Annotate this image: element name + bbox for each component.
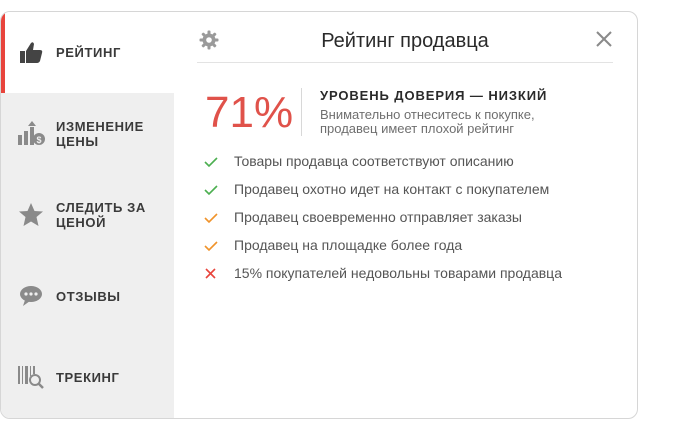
fact-text: Продавец своевременно отправляет заказы [234,209,522,225]
list-item: Продавец своевременно отправляет заказы [203,210,613,225]
sidebar-item-label: СЛЕДИТЬ ЗА ЦЕНОЙ [56,200,146,230]
sidebar: РЕЙТИНГ $ ИЗМЕНЕНИЕ ЦЕНЫ СЛЕДИТЬ ЗА ЦЕНО… [1,12,174,418]
fact-text: Товары продавца соответствуют описанию [234,153,514,169]
sidebar-item-price-watch[interactable]: СЛЕДИТЬ ЗА ЦЕНОЙ [1,174,174,255]
star-icon [17,201,45,229]
main-content: Рейтинг продавца 71% УРОВЕНЬ ДОВЕРИЯ — Н… [197,12,613,418]
sidebar-item-label: ТРЕКИНГ [56,370,120,385]
warning-check-icon [203,211,219,225]
seller-rating-panel: РЕЙТИНГ $ ИЗМЕНЕНИЕ ЦЕНЫ СЛЕДИТЬ ЗА ЦЕНО… [0,11,638,419]
list-item: Продавец на площадке более года [203,238,613,253]
panel-header: Рейтинг продавца [197,12,613,63]
close-icon[interactable] [595,30,613,48]
panel-title: Рейтинг продавца [321,30,489,52]
check-icon [203,183,219,197]
sidebar-item-label: РЕЙТИНГ [56,45,121,60]
sidebar-item-label: ОТЗЫВЫ [56,289,121,304]
score-divider [301,88,302,136]
thumbs-up-icon [17,39,45,67]
price-change-chart-icon: $ [17,119,45,147]
svg-text:$: $ [36,135,41,145]
list-item: Продавец охотно идет на контакт с покупа… [203,182,613,197]
sidebar-item-label: ИЗМЕНЕНИЕ ЦЕНЫ [56,119,144,149]
list-item: 15% покупателей недовольны товарами прод… [203,266,564,281]
trust-level-description: Внимательно отнеситесь к покупке, продав… [320,107,535,136]
trust-level-title: УРОВЕНЬ ДОВЕРИЯ — НИЗКИЙ [320,88,548,103]
sidebar-item-rating[interactable]: РЕЙТИНГ [1,12,174,93]
barcode-search-icon [17,363,45,391]
rating-score: 71% [205,88,294,137]
cross-icon [203,267,219,281]
sidebar-item-tracking[interactable]: ТРЕКИНГ [1,337,174,418]
chat-bubble-icon [17,282,45,310]
check-icon [203,155,219,169]
fact-text: Продавец охотно идет на контакт с покупа… [234,181,550,197]
fact-text: 15% покупателей недовольны товарами прод… [234,265,562,281]
fact-text: Продавец на площадке более года [234,237,463,253]
sidebar-item-reviews[interactable]: ОТЗЫВЫ [1,255,174,337]
sidebar-item-price-change[interactable]: $ ИЗМЕНЕНИЕ ЦЕНЫ [1,93,174,174]
warning-check-icon [203,239,219,253]
list-item: Товары продавца соответствуют описанию [203,154,613,169]
rating-facts-list: Товары продавца соответствуют описанию П… [203,154,613,294]
